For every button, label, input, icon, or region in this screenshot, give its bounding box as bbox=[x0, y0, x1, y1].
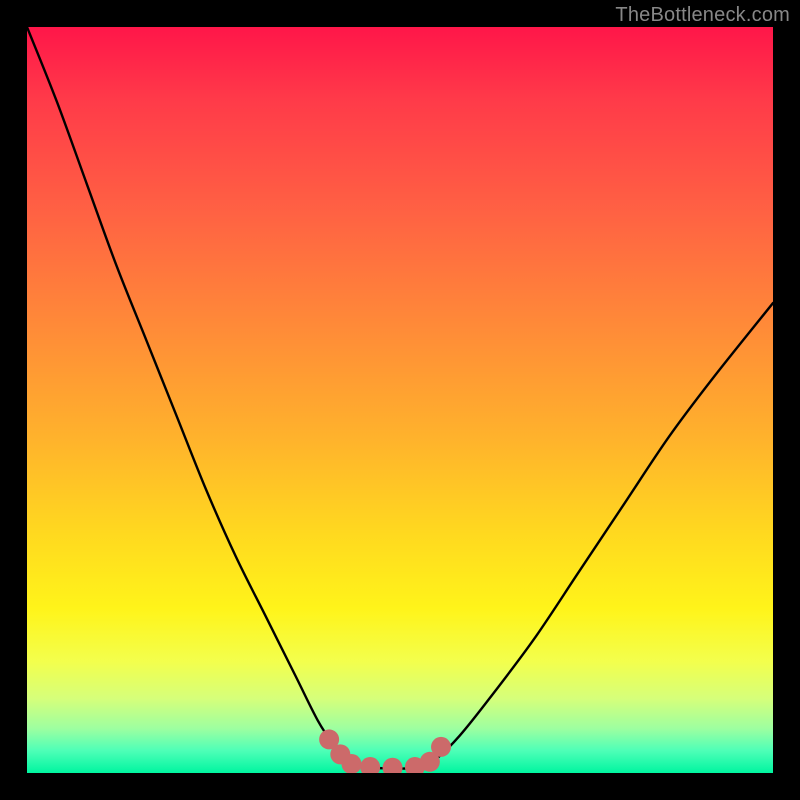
marker-dot bbox=[342, 754, 362, 773]
marker-dot bbox=[360, 757, 380, 773]
plot-area bbox=[27, 27, 773, 773]
marker-dot bbox=[405, 757, 425, 773]
chart-frame: TheBottleneck.com bbox=[0, 0, 800, 800]
bottom-markers bbox=[319, 729, 451, 773]
curve-layer bbox=[27, 27, 773, 773]
watermark-text: TheBottleneck.com bbox=[615, 4, 790, 27]
marker-dot bbox=[431, 737, 451, 757]
marker-dot bbox=[319, 729, 339, 749]
marker-dot bbox=[383, 758, 403, 773]
marker-dot bbox=[330, 744, 350, 764]
bottleneck-curve bbox=[27, 27, 773, 769]
marker-dot bbox=[420, 752, 440, 772]
